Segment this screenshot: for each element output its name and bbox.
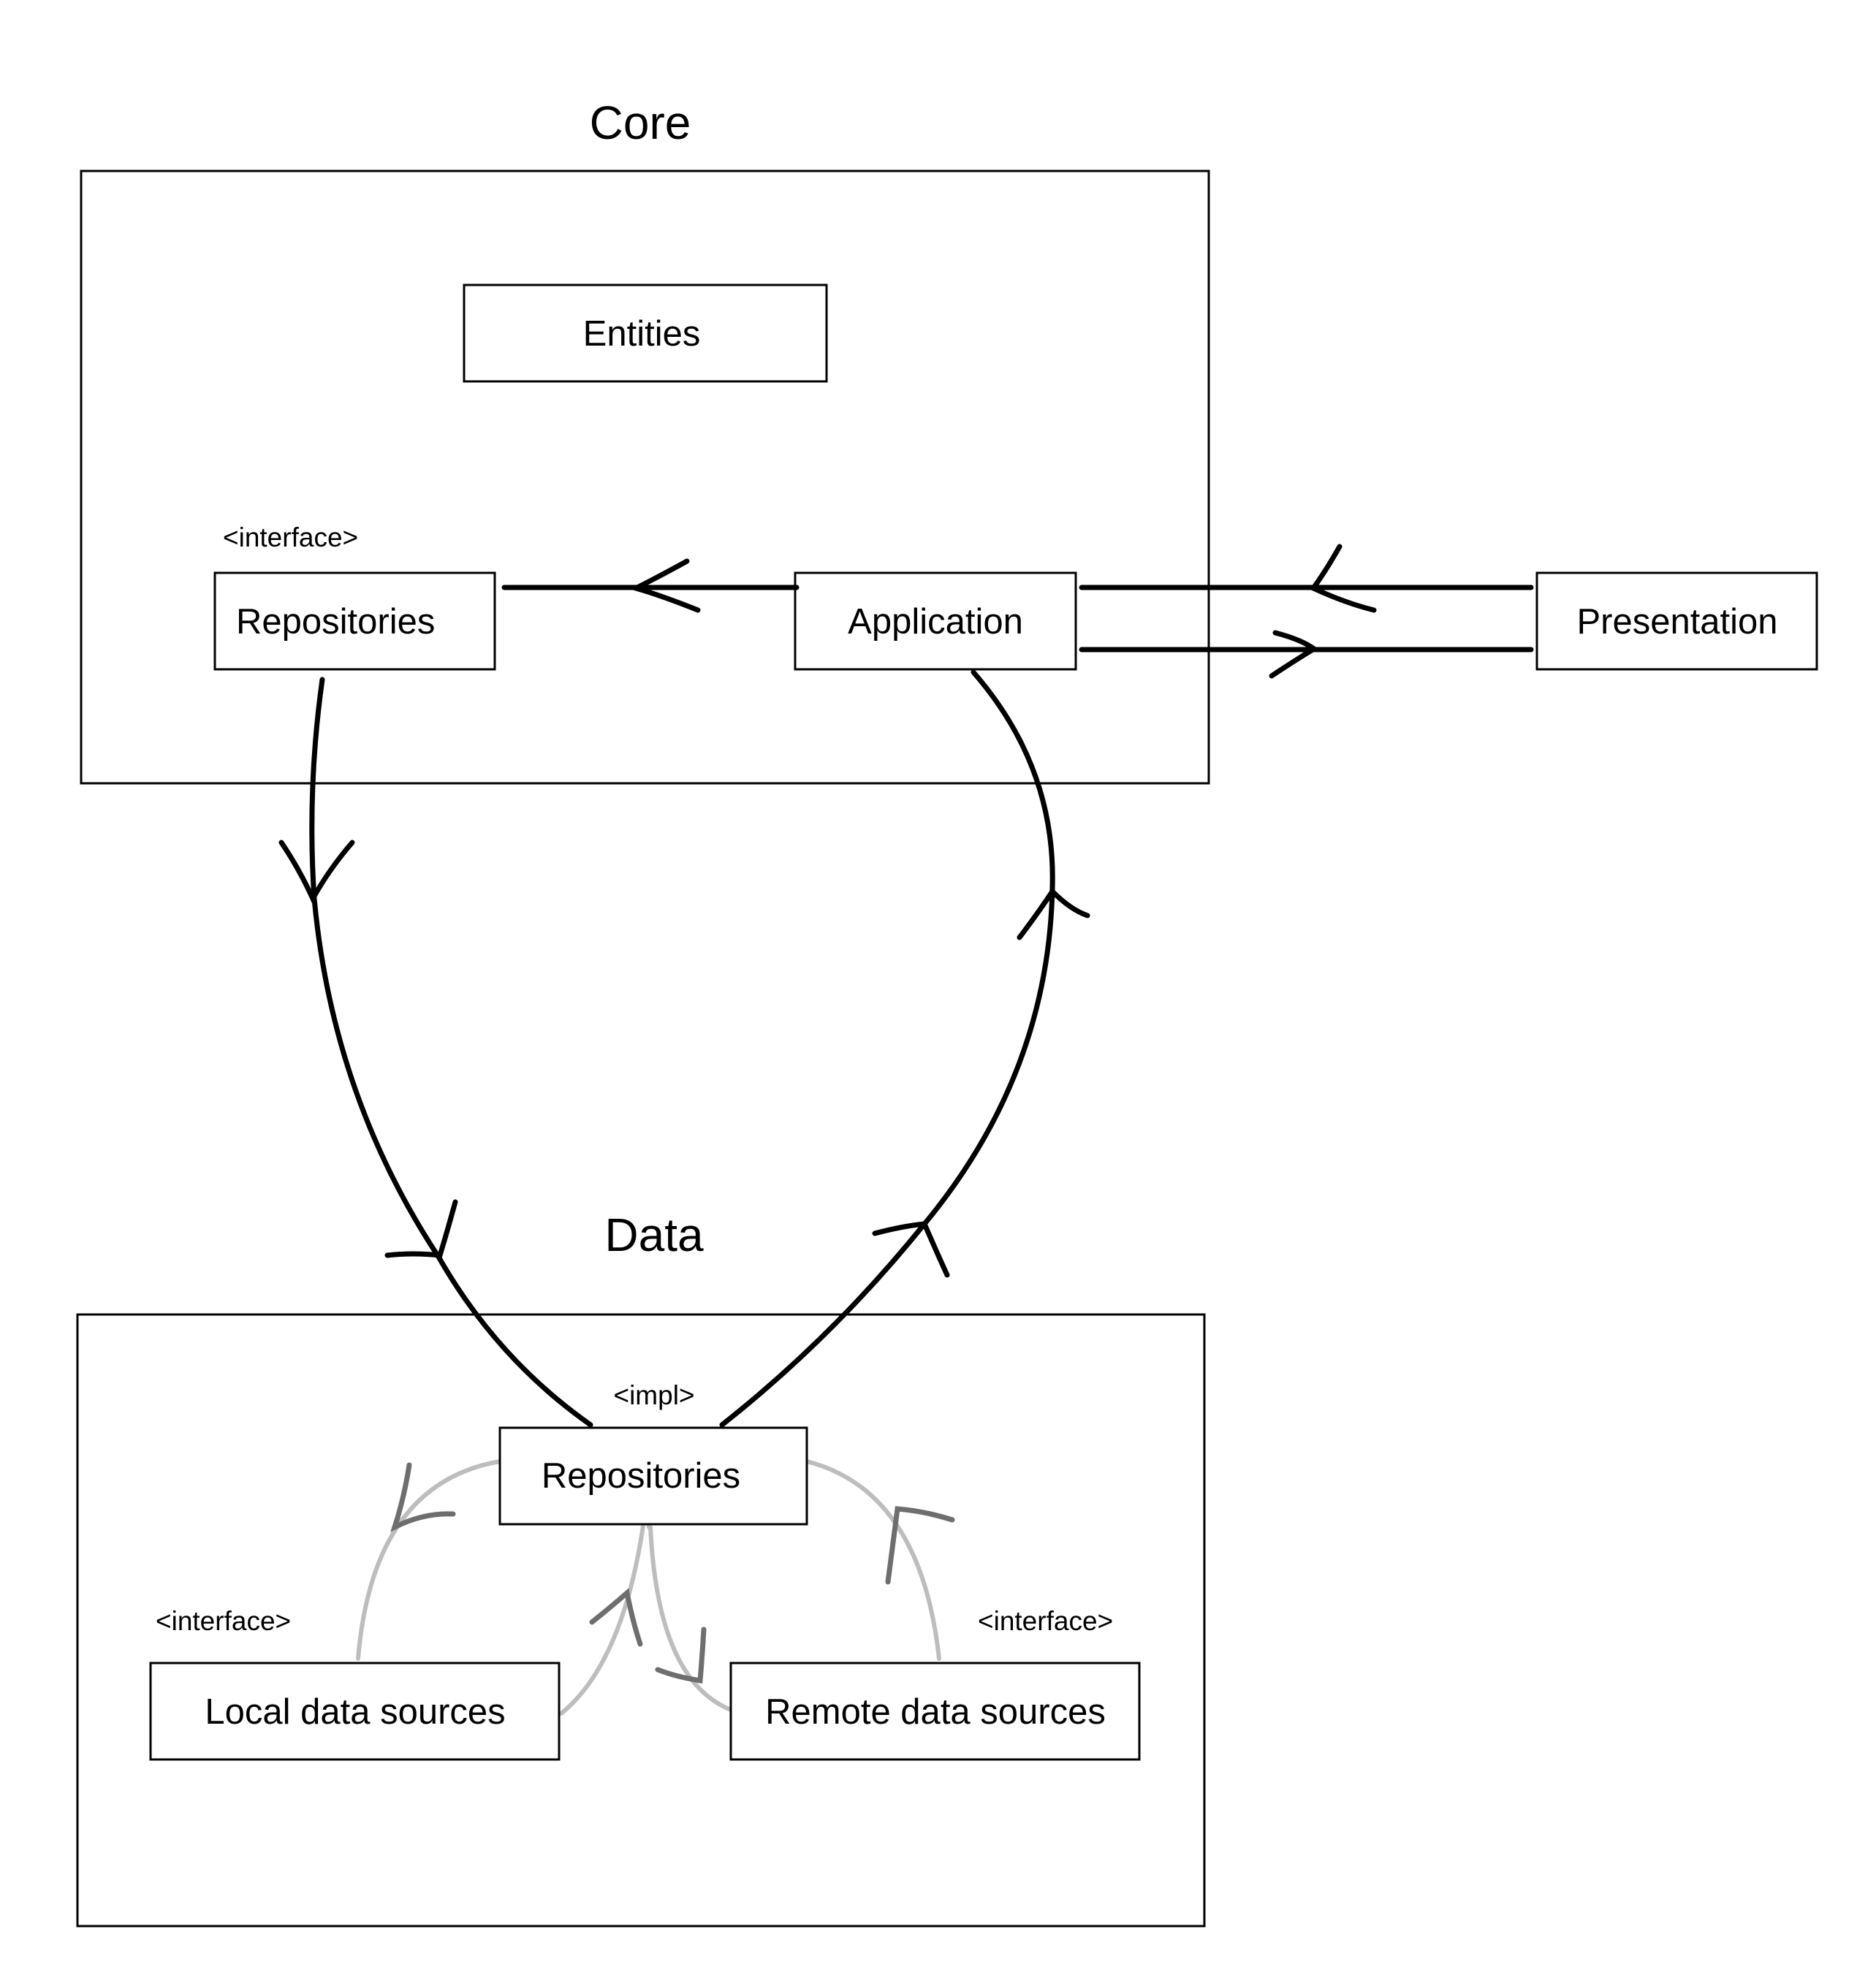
local-stereotype: <interface> <box>156 1606 291 1636</box>
core-repositories-stereotype: <interface> <box>223 522 358 552</box>
application-to-repositories-arrow <box>501 558 800 613</box>
application-to-presentation-arrow <box>1079 630 1534 679</box>
core-title: Core <box>590 96 691 149</box>
entities-label: Entities <box>583 314 701 354</box>
data-repositories-stereotype: <impl> <box>613 1380 694 1410</box>
arrowhead-left-icon <box>1309 544 1377 613</box>
data-repositories-to-application-arrow <box>719 669 1090 1428</box>
presentation-to-application-arrow <box>1079 544 1534 613</box>
data-title: Data <box>604 1209 704 1261</box>
remote-data-sources-label: Remote data sources <box>765 1692 1106 1732</box>
architecture-diagram: Core Entities <interface> Repositories A… <box>76 96 1818 1928</box>
core-container <box>80 170 1210 785</box>
core-repositories-label: Repositories <box>236 602 435 642</box>
repositories-to-remote-arrow <box>648 1525 733 1712</box>
arrowhead-down-icon <box>278 840 355 905</box>
arrowhead-right-icon <box>1269 630 1319 679</box>
application-label: Application <box>848 602 1023 642</box>
local-to-repositories-arrow <box>559 1497 651 1716</box>
repositories-to-local-arrow <box>356 1459 502 1661</box>
data-repositories-label: Repositories <box>542 1456 740 1496</box>
local-data-sources-label: Local data sources <box>205 1692 505 1732</box>
presentation-label: Presentation <box>1576 602 1777 642</box>
remote-stereotype: <interface> <box>978 1606 1113 1636</box>
arrowhead-down-icon <box>655 1627 707 1684</box>
core-repositories-to-data-repositories-arrow <box>278 677 593 1428</box>
remote-to-repositories-arrow <box>805 1459 955 1661</box>
